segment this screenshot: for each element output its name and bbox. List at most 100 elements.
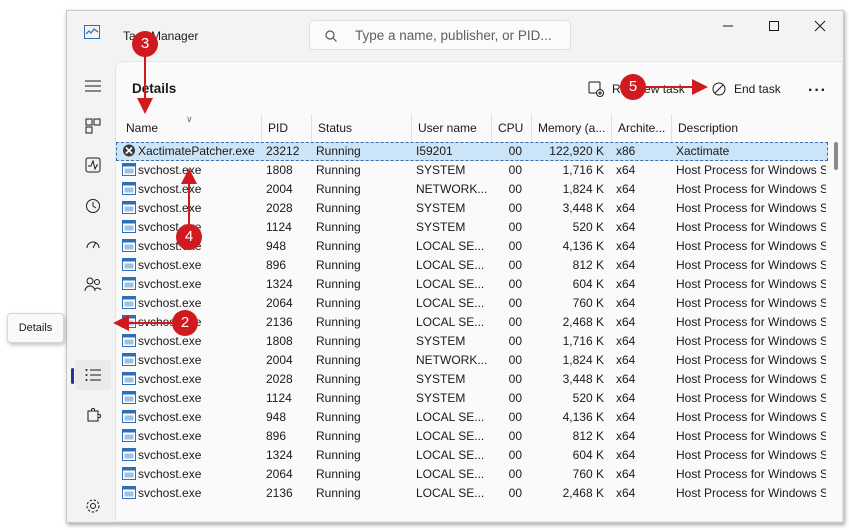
cell-pid: 1808 — [266, 334, 293, 348]
cell-user: LOCAL SE... — [416, 429, 485, 443]
sidebar-item-processes[interactable] — [75, 111, 111, 141]
sidebar-item-users[interactable] — [75, 269, 111, 299]
cell-arch: x64 — [616, 391, 636, 405]
column-header-cpu[interactable]: CPU — [492, 114, 532, 142]
minimize-button[interactable] — [705, 11, 751, 41]
cell-user: SYSTEM — [416, 372, 466, 386]
cell-user: LOCAL SE... — [416, 467, 485, 481]
cell-mem: 2,468 K — [562, 315, 604, 329]
table-row[interactable]: svchost.exe 896 Running LOCAL SE... 00 812 K x… — [116, 427, 828, 446]
cell-user: LOCAL SE... — [416, 448, 485, 462]
cell-pid: 1124 — [266, 220, 292, 234]
sidebar-item-startup-apps[interactable] — [75, 229, 111, 259]
cell-status: Running — [316, 220, 361, 234]
table-row[interactable]: svchost.exe 2136 Running LOCAL SE... 00 2,468… — [116, 313, 828, 332]
svchost-window-icon — [122, 277, 136, 290]
table-row[interactable]: svchost.exe 2136 Running LOCAL SE... 00 2,468… — [116, 484, 828, 503]
run-new-task-icon — [588, 81, 604, 97]
hamburger-menu-button[interactable] — [75, 71, 111, 101]
svchost-window-icon — [122, 429, 136, 442]
table-row[interactable]: svchost.exe 2004 Running NETWORK... 00 1,824 … — [116, 351, 828, 370]
table-row[interactable]: svchost.exe 948 Running LOCAL SE... 00 4,136 … — [116, 408, 828, 427]
users-icon — [84, 277, 102, 292]
end-task-button[interactable]: End task — [712, 78, 781, 100]
table-row[interactable]: svchost.exe 2064 Running LOCAL SE... 00 760 K… — [116, 294, 828, 313]
svchost-window-icon — [122, 372, 136, 385]
cell-cpu: 00 — [508, 201, 522, 215]
cell-pid: 1808 — [266, 163, 293, 177]
sidebar-item-services[interactable] — [75, 401, 111, 431]
close-button[interactable] — [797, 11, 843, 41]
cell-arch: x64 — [616, 315, 636, 329]
cell-cpu: 00 — [508, 391, 522, 405]
cell-cpu: 00 — [508, 353, 522, 367]
cell-arch: x64 — [616, 448, 636, 462]
cell-status: Running — [316, 277, 361, 291]
table-row[interactable]: svchost.exe 2028 Running SYSTEM 00 3,448 K x64… — [116, 370, 828, 389]
sidebar-item-details[interactable] — [75, 360, 111, 390]
sidebar-item-performance[interactable] — [75, 150, 111, 180]
cell-status: Running — [316, 315, 361, 329]
table-row[interactable]: svchost.exe 1324 Running LOCAL SE... 00 604 K… — [116, 446, 828, 465]
cell-status: Running — [316, 353, 361, 367]
cell-mem: 3,448 K — [562, 372, 604, 386]
table-row[interactable]: svchost.exe 2028 Running SYSTEM 00 3,448 K x64… — [116, 199, 828, 218]
table-row[interactable]: svchost.exe 948 Running LOCAL SE... 00 4,136 … — [116, 237, 828, 256]
table-row[interactable]: svchost.exe 2064 Running LOCAL SE... 00 760 K… — [116, 465, 828, 484]
cell-mem: 2,468 K — [562, 486, 604, 500]
cell-status: Running — [316, 410, 361, 424]
cell-status: Running — [316, 182, 361, 196]
table-row-selected[interactable]: XactimatePatcher.exe 23212 Running I59201 00… — [116, 142, 828, 161]
cell-arch: x64 — [616, 258, 636, 272]
column-header-memory[interactable]: Memory (a... — [532, 114, 612, 142]
svchost-window-icon — [122, 448, 136, 461]
history-icon — [86, 199, 100, 213]
cell-name: svchost.exe — [138, 391, 202, 405]
table-row[interactable]: svchost.exe 1324 Running LOCAL SE... 00 604 K… — [116, 275, 828, 294]
cell-status: Running — [316, 486, 361, 500]
column-header-name[interactable]: Name — [120, 114, 262, 142]
column-header-status[interactable]: Status — [312, 114, 412, 142]
column-header-pid[interactable]: PID — [262, 114, 312, 142]
cell-desc: Host Process for Windows S — [676, 334, 826, 348]
cell-status: Running — [316, 448, 361, 462]
cell-arch: x64 — [616, 334, 636, 348]
table-row[interactable]: svchost.exe 1808 Running SYSTEM 00 1,716 K x64… — [116, 161, 828, 180]
column-header-user-name[interactable]: User name — [412, 114, 492, 142]
gear-icon — [86, 499, 100, 513]
table-row[interactable]: svchost.exe 1124 Running SYSTEM 00 520 Kx64 Ho… — [116, 218, 828, 237]
page-title: Details — [132, 81, 177, 96]
settings-button[interactable] — [75, 491, 111, 521]
table-row[interactable]: svchost.exe 896 Running LOCAL SE... 00 812 K x… — [116, 256, 828, 275]
cell-name: svchost.exe — [138, 334, 202, 348]
column-header-description[interactable]: Description — [672, 114, 828, 142]
svchost-window-icon — [122, 353, 136, 366]
cell-mem: 604 K — [572, 277, 604, 291]
scrollbar-thumb[interactable] — [834, 142, 838, 170]
search-input[interactable] — [355, 26, 555, 44]
cell-cpu: 00 — [508, 410, 522, 424]
cell-pid: 896 — [266, 258, 287, 272]
cell-arch: x64 — [616, 429, 636, 443]
details-panel: Details Run new task End task ··· ∨ Name… — [115, 61, 843, 522]
processes-icon — [85, 118, 101, 134]
vertical-scrollbar[interactable] — [830, 142, 842, 522]
callout-badge-5: 5 — [620, 74, 646, 100]
table-row[interactable]: svchost.exe 1808 Running SYSTEM 00 1,716 K x64… — [116, 332, 828, 351]
table-row[interactable]: svchost.exe 1124 Running SYSTEM 00 520 Kx64 Ho… — [116, 389, 828, 408]
maximize-button[interactable] — [751, 11, 797, 41]
cell-arch: x64 — [616, 296, 636, 310]
search-box[interactable] — [309, 20, 571, 50]
sidebar-item-app-history[interactable] — [75, 191, 111, 221]
cell-pid: 2136 — [266, 486, 293, 500]
cell-pid: 23212 — [266, 144, 300, 158]
cell-status: Running — [316, 163, 361, 177]
cell-name: svchost.exe — [138, 410, 202, 424]
column-header-architecture[interactable]: Archite... — [612, 114, 672, 142]
cell-mem: 812 K — [572, 258, 604, 272]
cell-pid: 2004 — [266, 353, 293, 367]
table-row[interactable]: svchost.exe 2004 Running NETWORK... 00 1,824 … — [116, 180, 828, 199]
cell-mem: 1,824 K — [562, 182, 604, 196]
cell-mem: 760 K — [572, 296, 604, 310]
more-options-button[interactable]: ··· — [808, 82, 827, 100]
